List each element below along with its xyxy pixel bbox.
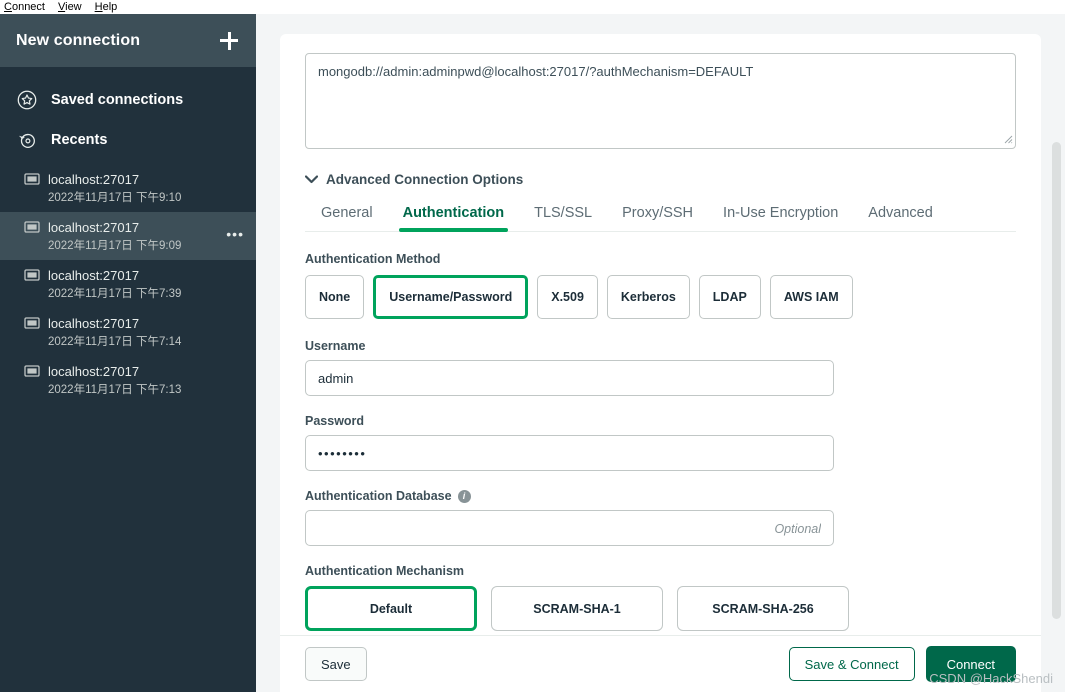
authentication-database-label: Authentication Database i (305, 489, 1016, 503)
auth-method-kerberos[interactable]: Kerberos (606, 275, 690, 319)
server-icon (24, 172, 40, 185)
password-label: Password (305, 414, 365, 428)
recent-date: 2022年11月17日 下午7:14 (48, 335, 182, 348)
auth-database-label-text: Authentication Database (305, 489, 452, 503)
server-icon (24, 364, 40, 377)
recent-name: localhost:27017 (48, 267, 140, 283)
auth-method-none[interactable]: None (305, 275, 365, 319)
authentication-method-group: None Username/Password X.509 Kerberos LD… (305, 275, 1016, 319)
menu-item-help[interactable]: Help (95, 1, 118, 13)
sidebar-section-label: Recents (51, 132, 108, 148)
recent-overflow-menu-icon[interactable]: ••• (226, 227, 244, 245)
sidebar-item-recents[interactable]: Recents (0, 120, 256, 160)
username-input[interactable] (305, 360, 834, 396)
connect-button[interactable]: Connect (925, 646, 1016, 682)
auth-mechanism-default[interactable]: Default (305, 586, 477, 631)
scrollbar-thumb[interactable] (1052, 142, 1061, 619)
recent-content: localhost:27017 2022年11月17日 下午7:39 (24, 268, 244, 301)
list-item[interactable]: localhost:27017 2022年11月17日 下午7:39 (0, 260, 256, 308)
recent-date: 2022年11月17日 下午9:10 (48, 191, 182, 204)
menu-item-connect[interactable]: Connect (4, 1, 45, 13)
server-icon (24, 220, 40, 233)
username-label: Username (305, 339, 366, 353)
recent-date: 2022年11月17日 下午7:13 (48, 383, 182, 396)
chevron-down-icon (305, 175, 318, 184)
tab-proxy-ssh[interactable]: Proxy/SSH (620, 201, 695, 231)
list-item[interactable]: localhost:27017 2022年11月17日 下午9:10 (0, 164, 256, 212)
main-content: Advanced Connection Options General Auth… (256, 14, 1065, 692)
recent-date: 2022年11月17日 下午7:39 (48, 287, 182, 300)
recent-name: localhost:27017 (48, 315, 140, 331)
recent-date: 2022年11月17日 下午9:09 (48, 239, 182, 252)
recent-name: localhost:27017 (48, 363, 140, 379)
footer-actions: Save & Connect Connect (788, 646, 1016, 682)
sidebar-section-label: Saved connections (51, 92, 184, 108)
recent-top: localhost:27017 (24, 364, 244, 379)
advanced-connection-options-toggle[interactable]: Advanced Connection Options (305, 172, 523, 187)
connection-form-panel: Advanced Connection Options General Auth… (280, 34, 1041, 692)
recent-content: localhost:27017 2022年11月17日 下午9:09 (24, 220, 226, 253)
app-body: New connection Saved connections Recents (0, 14, 1065, 692)
sidebar: New connection Saved connections Recents (0, 14, 256, 692)
recent-top: localhost:27017 (24, 268, 244, 283)
password-input[interactable] (305, 435, 834, 471)
authentication-mechanism-label: Authentication Mechanism (305, 564, 465, 578)
history-rewind-icon (18, 133, 35, 148)
recent-top: localhost:27017 (24, 172, 244, 187)
connection-string-input[interactable] (305, 53, 1016, 149)
form-scrollbar[interactable] (1052, 142, 1061, 619)
authentication-method-label: Authentication Method (305, 252, 441, 266)
menu-bar: Connect View Help (0, 0, 1065, 14)
auth-method-x509[interactable]: X.509 (537, 275, 598, 319)
plus-icon[interactable] (220, 31, 238, 50)
menu-mnemonic: C (4, 1, 12, 13)
list-item[interactable]: localhost:27017 2022年11月17日 下午9:09 ••• (0, 212, 256, 260)
tab-general[interactable]: General (319, 201, 375, 231)
recent-top: localhost:27017 (24, 220, 226, 235)
tab-tls-ssl[interactable]: TLS/SSL (532, 201, 594, 231)
menu-item-view[interactable]: View (58, 1, 82, 13)
form-footer: Save Save & Connect Connect (280, 635, 1041, 692)
tab-advanced[interactable]: Advanced (866, 201, 935, 231)
sidebar-item-saved-connections[interactable]: Saved connections (0, 80, 256, 120)
star-circle-icon (17, 90, 37, 110)
recent-content: localhost:27017 2022年11月17日 下午9:10 (24, 172, 244, 205)
authentication-database-input[interactable] (305, 510, 834, 546)
tab-authentication[interactable]: Authentication (398, 201, 508, 232)
auth-mechanism-scram-sha-256[interactable]: SCRAM-SHA-256 (677, 586, 849, 631)
recent-name: localhost:27017 (48, 219, 140, 235)
authentication-mechanism-group: Default SCRAM-SHA-1 SCRAM-SHA-256 (305, 586, 1016, 631)
list-item[interactable]: localhost:27017 2022年11月17日 下午7:13 (0, 356, 256, 404)
auth-mechanism-scram-sha-1[interactable]: SCRAM-SHA-1 (491, 586, 663, 631)
connection-options-tabs: General Authentication TLS/SSL Proxy/SSH… (305, 201, 1016, 232)
sidebar-header: New connection (0, 14, 256, 67)
server-icon (24, 268, 40, 281)
auth-method-ldap[interactable]: LDAP (698, 275, 761, 319)
server-icon (24, 316, 40, 329)
recents-list: localhost:27017 2022年11月17日 下午9:10 local… (0, 164, 256, 404)
tab-in-use-encryption[interactable]: In-Use Encryption (721, 201, 840, 231)
recent-content: localhost:27017 2022年11月17日 下午7:14 (24, 316, 244, 349)
auth-method-username-password[interactable]: Username/Password (373, 275, 529, 319)
recent-name: localhost:27017 (48, 171, 140, 187)
form-scroll-area: Advanced Connection Options General Auth… (280, 34, 1041, 635)
recent-top: localhost:27017 (24, 316, 244, 331)
auth-method-aws-iam[interactable]: AWS IAM (769, 275, 853, 319)
new-connection-title: New connection (16, 31, 141, 49)
menu-mnemonic: H (94, 1, 103, 13)
recent-content: localhost:27017 2022年11月17日 下午7:13 (24, 364, 244, 397)
info-icon[interactable]: i (457, 489, 471, 503)
save-and-connect-button[interactable]: Save & Connect (788, 647, 915, 681)
list-item[interactable]: localhost:27017 2022年11月17日 下午7:14 (0, 308, 256, 356)
save-button[interactable]: Save (305, 647, 367, 681)
advanced-options-label: Advanced Connection Options (326, 172, 524, 187)
